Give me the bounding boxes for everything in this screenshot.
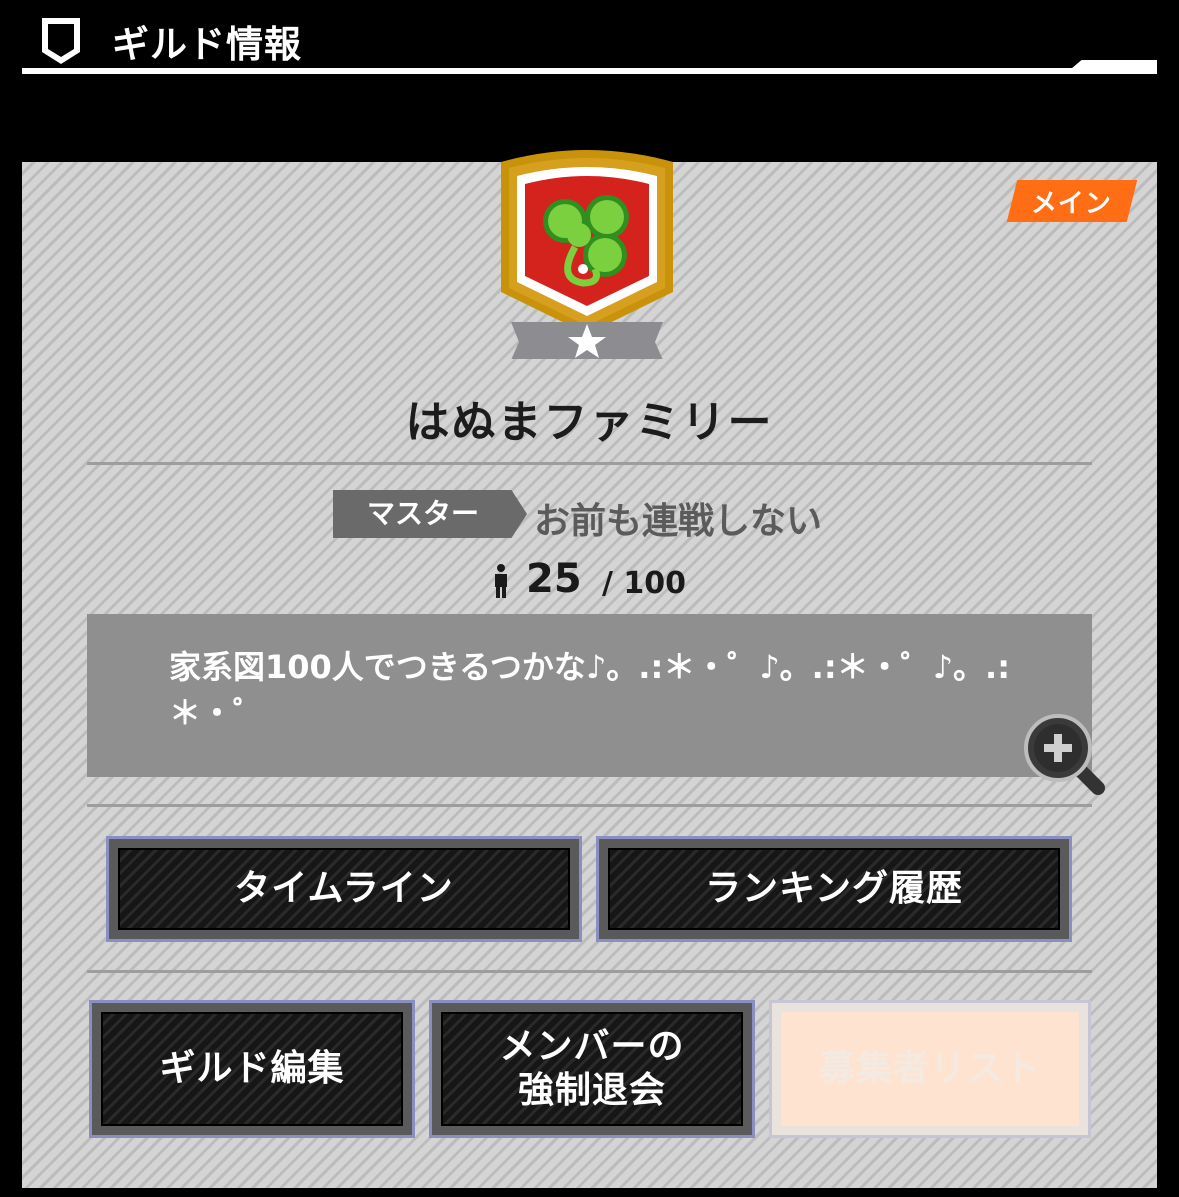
member-count-current: 25 xyxy=(526,556,582,602)
member-count-max: / 100 xyxy=(602,566,687,601)
zoom-in-icon[interactable] xyxy=(1018,708,1110,800)
guild-emblem-icon xyxy=(501,150,673,359)
kick-member-button-label: メンバーの 強制退会 xyxy=(441,1012,743,1126)
kick-member-label-line1: メンバーの xyxy=(499,1026,685,1067)
recruit-list-button-label: 募集者リスト xyxy=(781,1012,1079,1126)
recruit-list-button[interactable]: 募集者リスト xyxy=(769,1000,1091,1138)
ranking-history-button[interactable]: ランキング履歴 xyxy=(596,836,1072,942)
kick-member-button[interactable]: メンバーの 強制退会 xyxy=(429,1000,755,1138)
page-title: ギルド情報 xyxy=(112,23,302,66)
header-bar: ギルド情報 xyxy=(0,0,1179,100)
ranking-history-button-label: ランキング履歴 xyxy=(608,848,1060,930)
divider xyxy=(87,462,1092,465)
timeline-button[interactable]: タイムライン xyxy=(106,836,582,942)
divider xyxy=(87,804,1092,807)
header-divider xyxy=(22,68,1157,74)
shield-icon xyxy=(42,18,80,64)
main-guild-badge-label: メイン xyxy=(1031,188,1113,219)
timeline-button-label: タイムライン xyxy=(118,848,570,930)
divider xyxy=(87,970,1092,973)
guild-description: 家系図100人でつきるつかな♪。.:＊・゜♪。.:＊・゜♪。.:＊・゜ xyxy=(169,648,1011,732)
guild-edit-button[interactable]: ギルド編集 xyxy=(89,1000,415,1138)
main-guild-badge: メイン xyxy=(1006,180,1138,222)
master-label-tag: マスター xyxy=(333,490,527,538)
header-tab-decoration xyxy=(1065,60,1157,74)
guild-info-panel: メイン はぬまファミリー マスター お前も連戦しない 25 / 100 家系図1… xyxy=(22,150,1157,1188)
guild-edit-button-label: ギルド編集 xyxy=(101,1012,403,1126)
person-icon xyxy=(495,564,507,598)
master-name: お前も連戦しない xyxy=(534,501,823,542)
guild-description-box[interactable]: 家系図100人でつきるつかな♪。.:＊・゜♪。.:＊・゜♪。.:＊・゜ xyxy=(87,614,1092,777)
kick-member-label-line2: 強制退会 xyxy=(517,1070,666,1111)
guild-name: はぬまファミリー xyxy=(405,397,774,448)
